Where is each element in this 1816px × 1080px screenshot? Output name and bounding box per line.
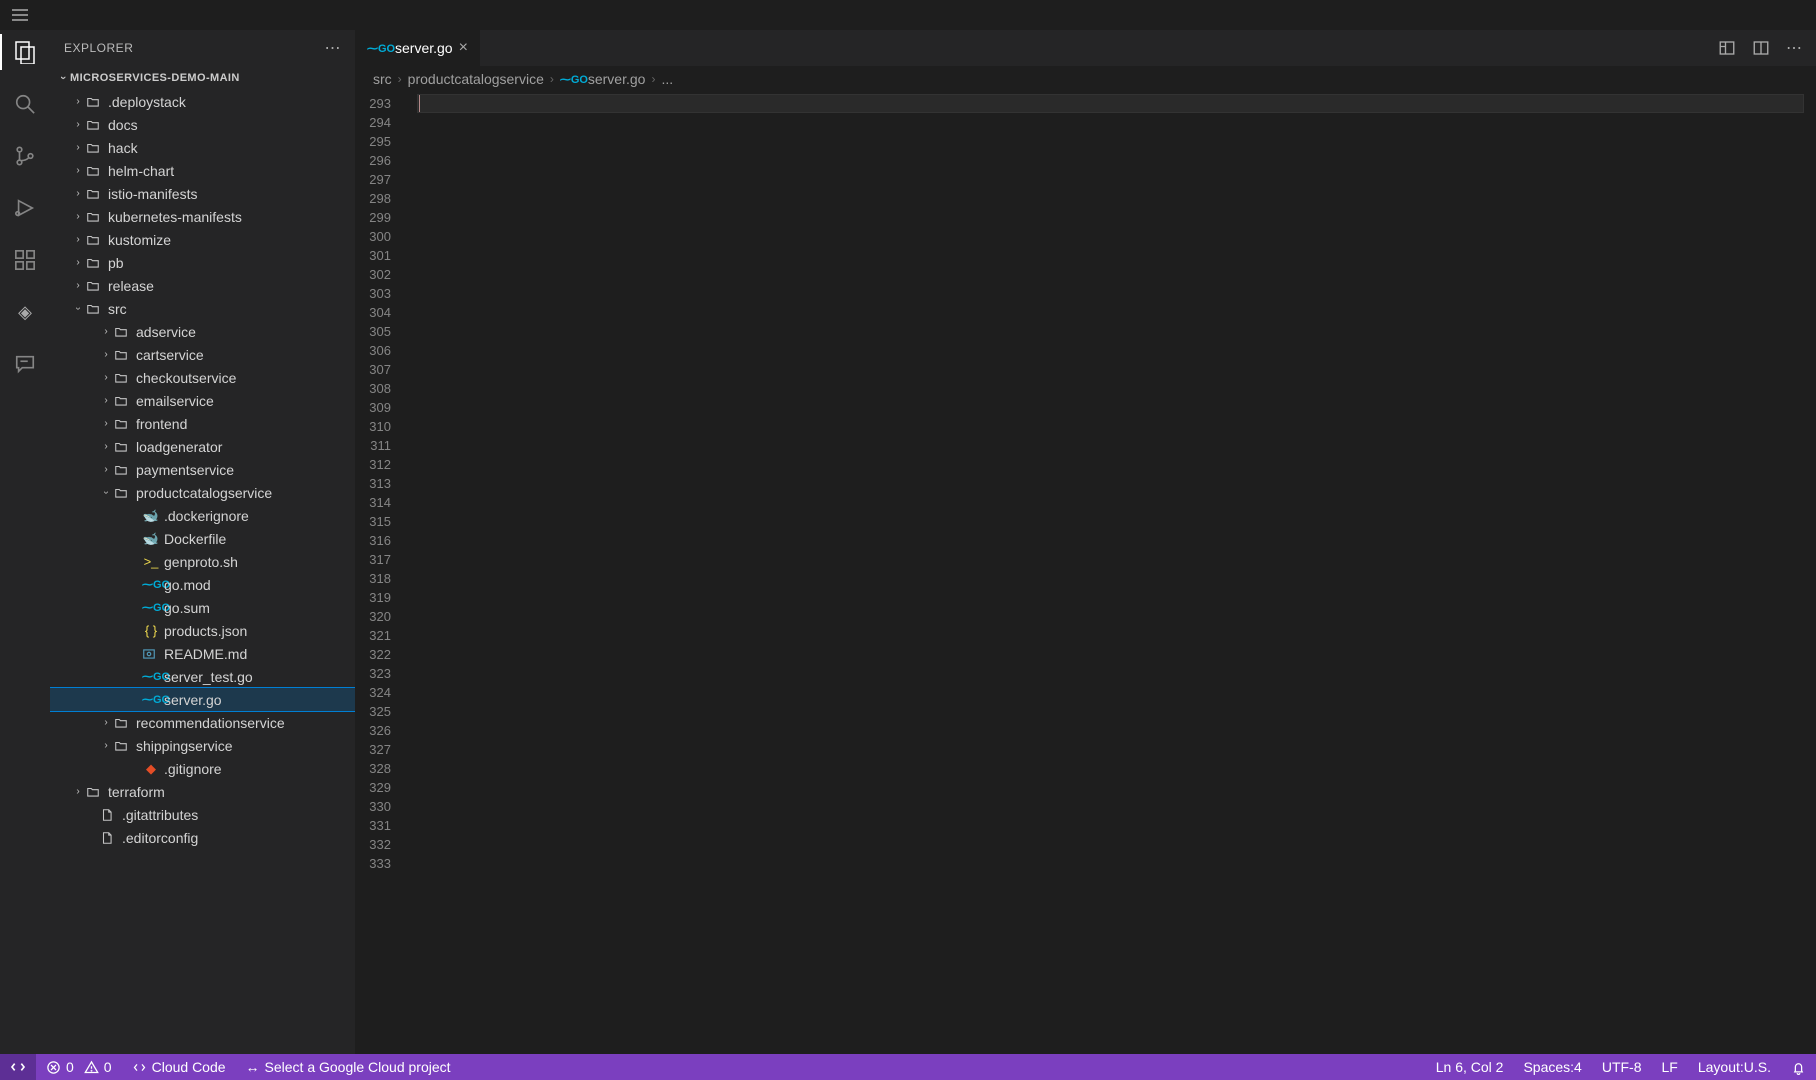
folder-emailservice[interactable]: ›emailservice xyxy=(50,389,355,412)
folder-istio-manifests[interactable]: ›istio-manifests xyxy=(50,182,355,205)
file-products.json[interactable]: { }products.json xyxy=(50,619,355,642)
folder-paymentservice[interactable]: ›paymentservice xyxy=(50,458,355,481)
file-go.sum[interactable]: ⁓GOgo.sum xyxy=(50,596,355,619)
folder-release[interactable]: ›release xyxy=(50,274,355,297)
folder-frontend[interactable]: ›frontend xyxy=(50,412,355,435)
gcp-project-status[interactable]: ↔ Select a Google Cloud project xyxy=(236,1059,461,1075)
run-debug-icon[interactable] xyxy=(13,196,37,220)
cloud-code-icon[interactable]: ◈ xyxy=(13,300,37,324)
tab-bar: ⁓GO server.go × ⋯ xyxy=(355,30,1816,66)
split-editor-icon[interactable] xyxy=(1752,39,1770,57)
extensions-icon[interactable] xyxy=(13,248,37,272)
folder-checkoutservice[interactable]: ›checkoutservice xyxy=(50,366,355,389)
tab-server-go[interactable]: ⁓GO server.go × xyxy=(355,30,481,66)
folder-section-header[interactable]: › MICROSERVICES-DEMO-MAIN xyxy=(50,66,355,90)
folder-cartservice[interactable]: ›cartservice xyxy=(50,343,355,366)
file-server.go[interactable]: ⁓GOserver.go xyxy=(50,688,355,711)
hamburger-menu-icon[interactable] xyxy=(12,14,28,16)
file-.dockerignore[interactable]: 🐋.dockerignore xyxy=(50,504,355,527)
search-icon[interactable] xyxy=(13,92,37,116)
feedback-icon[interactable] xyxy=(13,352,37,376)
folder-loadgenerator[interactable]: ›loadgenerator xyxy=(50,435,355,458)
file-README.md[interactable]: README.md xyxy=(50,642,355,665)
folder-helm-chart[interactable]: ›helm-chart xyxy=(50,159,355,182)
folder-terraform[interactable]: ›terraform xyxy=(50,780,355,803)
file-server_test.go[interactable]: ⁓GOserver_test.go xyxy=(50,665,355,688)
folder-kubernetes-manifests[interactable]: ›kubernetes-manifests xyxy=(50,205,355,228)
activity-bar: ◈ xyxy=(0,30,50,1054)
open-changes-icon[interactable] xyxy=(1718,39,1736,57)
file-.editorconfig[interactable]: .editorconfig xyxy=(50,826,355,849)
folder-docs[interactable]: ›docs xyxy=(50,113,355,136)
folder-pb[interactable]: ›pb xyxy=(50,251,355,274)
go-icon: ⁓GO xyxy=(560,73,578,86)
go-icon: ⁓GO xyxy=(367,42,385,55)
folder-recommendationservice[interactable]: ›recommendationservice xyxy=(50,711,355,734)
file-.gitignore[interactable]: ◆.gitignore xyxy=(50,757,355,780)
source-control-icon[interactable] xyxy=(13,144,37,168)
cursor-position-status[interactable]: Ln 6, Col 2 xyxy=(1426,1059,1514,1075)
folder-src[interactable]: ›src xyxy=(50,297,355,320)
file-go.mod[interactable]: ⁓GOgo.mod xyxy=(50,573,355,596)
errors-status[interactable]: 0 xyxy=(36,1059,84,1075)
remote-icon[interactable] xyxy=(0,1054,36,1080)
code-editor[interactable]: 2932942952962972982993003013023033043053… xyxy=(355,92,1816,1054)
cloud-code-status[interactable]: Cloud Code xyxy=(122,1059,236,1075)
close-tab-icon[interactable]: × xyxy=(459,39,468,57)
status-bar: 0 0 Cloud Code ↔ Select a Google Cloud p… xyxy=(0,1054,1816,1080)
folder-hack[interactable]: ›hack xyxy=(50,136,355,159)
explorer-icon[interactable] xyxy=(13,40,37,64)
encoding-status[interactable]: UTF-8 xyxy=(1592,1059,1652,1075)
more-actions-icon[interactable]: ⋯ xyxy=(1786,38,1802,58)
notifications-icon[interactable] xyxy=(1781,1059,1816,1075)
folder-kustomize[interactable]: ›kustomize xyxy=(50,228,355,251)
warnings-status[interactable]: 0 xyxy=(84,1059,122,1075)
sidebar-title: EXPLORER xyxy=(64,41,133,55)
folder-productcatalogservice[interactable]: ›productcatalogservice xyxy=(50,481,355,504)
eol-status[interactable]: LF xyxy=(1652,1059,1688,1075)
indentation-status[interactable]: Spaces:4 xyxy=(1513,1059,1591,1075)
file-.gitattributes[interactable]: .gitattributes xyxy=(50,803,355,826)
sidebar-more-icon[interactable]: ⋯ xyxy=(325,38,342,58)
breadcrumbs[interactable]: src › productcatalogservice › ⁓GO server… xyxy=(355,66,1816,92)
keyboard-layout-status[interactable]: Layout:U.S. xyxy=(1688,1059,1781,1075)
explorer-sidebar: EXPLORER ⋯ › MICROSERVICES-DEMO-MAIN ›.d… xyxy=(50,30,355,1054)
folder-.deploystack[interactable]: ›.deploystack xyxy=(50,90,355,113)
file-Dockerfile[interactable]: 🐋Dockerfile xyxy=(50,527,355,550)
folder-adservice[interactable]: ›adservice xyxy=(50,320,355,343)
file-genproto.sh[interactable]: >_genproto.sh xyxy=(50,550,355,573)
folder-shippingservice[interactable]: ›shippingservice xyxy=(50,734,355,757)
